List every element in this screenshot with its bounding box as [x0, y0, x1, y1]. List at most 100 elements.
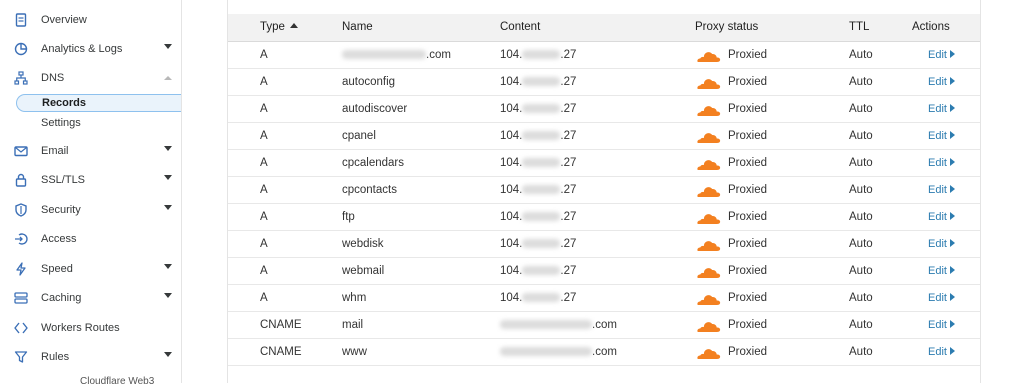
sidebar-item-label: Rules — [41, 351, 70, 363]
record-content-suffix: .27 — [560, 103, 577, 115]
chevron-down-icon[interactable] — [164, 293, 172, 298]
redacted-text — [522, 158, 561, 167]
sidebar-item-access[interactable]: Access — [0, 228, 181, 250]
record-name: autodiscover — [342, 103, 407, 115]
redacted-text — [522, 266, 561, 275]
record-type: A — [260, 76, 268, 88]
edit-button[interactable]: Edit — [928, 265, 955, 277]
sidebar-item-overview[interactable]: Overview — [0, 9, 181, 31]
edit-button[interactable]: Edit — [928, 238, 955, 250]
sidebar-item-security[interactable]: Security — [0, 199, 181, 221]
table-row[interactable]: A .com 104. .27 Proxied Auto Edit — [228, 42, 980, 69]
caret-right-icon — [949, 320, 955, 328]
record-content: 104. .27 — [500, 184, 576, 196]
column-header-type[interactable]: Type — [260, 21, 298, 33]
edit-button[interactable]: Edit — [928, 130, 955, 142]
record-type: A — [260, 130, 268, 142]
table-row[interactable]: Acpcontacts 104. .27 Proxied Auto Edit — [228, 177, 980, 204]
table-row[interactable]: Aautoconfig 104. .27 Proxied Auto Edit — [228, 69, 980, 96]
table-row[interactable]: CNAME www .com Proxied Auto Edit — [228, 339, 980, 366]
table-row[interactable]: Aautodiscover 104. .27 Proxied Auto Edit — [228, 96, 980, 123]
edit-button[interactable]: Edit — [928, 103, 955, 115]
record-content-suffix: .27 — [560, 265, 577, 277]
cloud-icon — [695, 266, 721, 278]
record-name: mail — [342, 319, 363, 331]
sidebar-subitem-settings[interactable]: Settings — [16, 114, 181, 132]
record-name: webdisk — [342, 238, 384, 250]
caret-right-icon — [949, 266, 955, 274]
record-type: CNAME — [260, 346, 302, 358]
redacted-text — [500, 320, 592, 329]
caret-right-icon — [949, 293, 955, 301]
workers-icon — [14, 321, 28, 335]
record-content: 104. .27 — [500, 211, 576, 223]
sidebar-item-rules[interactable]: Rules — [0, 346, 181, 368]
record-name-text: autodiscover — [342, 103, 408, 115]
edit-button[interactable]: Edit — [928, 76, 955, 88]
sidebar-item-dns[interactable]: DNS — [0, 67, 181, 89]
caret-right-icon — [949, 131, 955, 139]
table-row[interactable]: CNAME mail .com Proxied Auto Edit — [228, 312, 980, 339]
table-row[interactable]: Awhm 104. .27 Proxied Auto Edit — [228, 285, 980, 312]
record-name: whm — [342, 292, 366, 304]
edit-button[interactable]: Edit — [928, 157, 955, 169]
table-row[interactable]: Awebmail 104. .27 Proxied Auto Edit — [228, 258, 980, 285]
record-ttl: Auto — [849, 184, 873, 196]
table-row[interactable]: Awebdisk 104. .27 Proxied Auto Edit — [228, 231, 980, 258]
chevron-down-icon[interactable] — [164, 205, 172, 210]
record-type: A — [260, 49, 268, 61]
sidebar-item-label: Analytics & Logs — [41, 43, 123, 55]
record-name-text: .com — [426, 49, 451, 61]
chevron-down-icon[interactable] — [164, 264, 172, 269]
sidebar-item-ssl-tls[interactable]: SSL/TLS — [0, 169, 181, 191]
record-ttl: Auto — [849, 130, 873, 142]
record-ttl: Auto — [849, 292, 873, 304]
edit-button[interactable]: Edit — [928, 292, 955, 304]
record-type: A — [260, 265, 268, 277]
lightning-icon — [14, 262, 28, 276]
sidebar-subitem-records[interactable]: Records — [16, 94, 181, 112]
record-content: 104. .27 — [500, 76, 576, 88]
record-ttl: Auto — [849, 238, 873, 250]
edit-label: Edit — [928, 292, 947, 304]
record-content-prefix: 104. — [500, 49, 523, 61]
chevron-down-icon[interactable] — [164, 44, 172, 49]
sidebar-item-caching[interactable]: Caching — [0, 287, 181, 309]
record-content-prefix: 104. — [500, 211, 523, 223]
record-ttl: Auto — [849, 76, 873, 88]
sidebar-item-label: Email — [41, 145, 69, 157]
cloud-icon — [695, 50, 721, 62]
edit-label: Edit — [928, 130, 947, 142]
record-type: A — [260, 184, 268, 196]
sidebar-item-label: Access — [41, 233, 77, 245]
redacted-text — [342, 50, 426, 59]
chevron-down-icon[interactable] — [164, 175, 172, 180]
record-content-suffix: .com — [592, 319, 617, 331]
edit-button[interactable]: Edit — [928, 49, 955, 61]
edit-button[interactable]: Edit — [928, 184, 955, 196]
table-row[interactable]: Acpcalendars 104. .27 Proxied Auto Edit — [228, 150, 980, 177]
column-header-ttl: TTL — [849, 21, 870, 33]
edit-button[interactable]: Edit — [928, 319, 955, 331]
sidebar-item-email[interactable]: Email — [0, 140, 181, 162]
table-row[interactable]: Aftp 104. .27 Proxied Auto Edit — [228, 204, 980, 231]
record-content-suffix: .27 — [560, 76, 577, 88]
record-content-prefix: 104. — [500, 76, 523, 88]
record-content-suffix: .27 — [560, 184, 577, 196]
sidebar-item-workers-routes[interactable]: Workers Routes — [0, 317, 181, 339]
edit-button[interactable]: Edit — [928, 211, 955, 223]
sidebar-item-label: Caching — [41, 292, 82, 304]
sidebar-item-analytics[interactable]: Analytics & Logs — [0, 38, 181, 60]
table-row[interactable]: Acpanel 104. .27 Proxied Auto Edit — [228, 123, 980, 150]
column-header-label: Type — [260, 21, 285, 33]
chevron-down-icon[interactable] — [164, 352, 172, 357]
edit-button[interactable]: Edit — [928, 346, 955, 358]
record-content: .com — [500, 319, 617, 331]
chevron-up-icon[interactable] — [164, 76, 172, 80]
redacted-text — [522, 212, 561, 221]
record-type: A — [260, 211, 268, 223]
sidebar-item-speed[interactable]: Speed — [0, 258, 181, 280]
chevron-down-icon[interactable] — [164, 146, 172, 151]
redacted-text — [522, 185, 561, 194]
record-content-suffix: .com — [592, 346, 617, 358]
